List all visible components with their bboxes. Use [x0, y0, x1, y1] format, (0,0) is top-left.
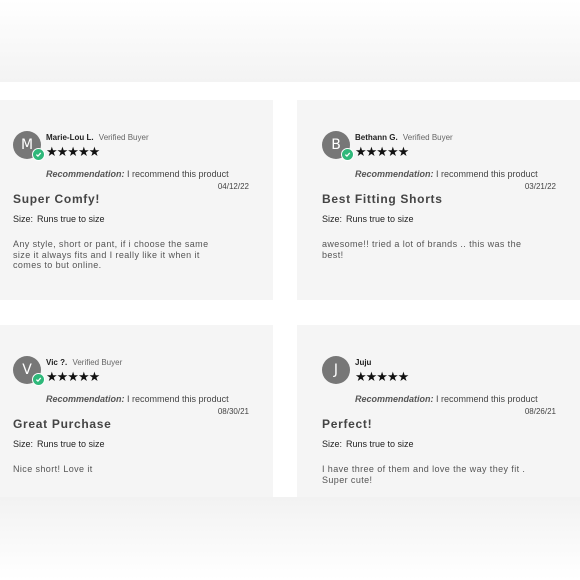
verified-buyer-label: Verified Buyer — [72, 358, 123, 367]
review-date: 08/30/21 — [217, 407, 249, 416]
verified-check-icon — [32, 373, 45, 386]
recommendation-text: I recommend this product — [127, 394, 229, 404]
reviewer-line: Marie-Lou L. Verified Buyer — [46, 133, 149, 142]
star-rating: ★★★★★ — [46, 370, 100, 385]
recommendation-label: Recommendation: — [355, 394, 434, 404]
star-icons: ★★★★★ — [46, 370, 100, 385]
review-date: 03/21/22 — [524, 182, 556, 191]
recommendation-text: I recommend this product — [127, 169, 229, 179]
size-attribute: Size: Runs true to size — [322, 214, 414, 224]
review-card: M Marie-Lou L. Verified Buyer ★★★★★ Reco… — [0, 100, 273, 300]
review-title: Best Fitting Shorts — [322, 192, 443, 206]
review-title: Super Comfy! — [13, 192, 101, 206]
recommendation: Recommendation: I recommend this product — [46, 169, 229, 179]
review-body: I have three of them and love the way th… — [322, 464, 526, 485]
reviewer-name: Juju — [355, 358, 372, 367]
star-rating: ★★★★★ — [355, 370, 409, 385]
size-value: Runs true to size — [37, 214, 105, 224]
recommendation-label: Recommendation: — [46, 394, 125, 404]
avatar-initial: J — [333, 362, 339, 378]
recommendation: Recommendation: I recommend this product — [355, 394, 538, 404]
star-rating: ★★★★★ — [355, 145, 409, 160]
avatar-initial: V — [22, 362, 32, 378]
recommendation-text: I recommend this product — [436, 169, 538, 179]
size-value: Runs true to size — [346, 214, 414, 224]
review-date: 04/12/22 — [217, 182, 249, 191]
verified-buyer-label: Verified Buyer — [402, 133, 453, 142]
reviewer-line: Vic ?. Verified Buyer — [46, 358, 122, 367]
recommendation: Recommendation: I recommend this product — [46, 394, 229, 404]
reviewer-name: Vic ?. — [46, 358, 68, 367]
review-title: Perfect! — [322, 417, 373, 431]
reviewer-line: Juju — [355, 358, 371, 367]
review-card: V Vic ?. Verified Buyer ★★★★★ Recommenda… — [0, 325, 273, 497]
star-rating: ★★★★★ — [46, 145, 100, 160]
size-label: Size: — [322, 439, 343, 449]
verified-check-icon — [32, 148, 45, 161]
size-label: Size: — [13, 439, 34, 449]
star-icons: ★★★★★ — [355, 145, 409, 160]
size-value: Runs true to size — [37, 439, 105, 449]
review-card: J Juju ★★★★★ Recommendation: I recommend… — [297, 325, 580, 497]
size-attribute: Size: Runs true to size — [13, 214, 105, 224]
avatar-initial: M — [20, 137, 34, 153]
review-body: Nice short! Love it — [13, 464, 93, 474]
avatar: J — [322, 356, 350, 384]
verified-buyer-label: Verified Buyer — [98, 133, 149, 142]
top-shadow — [0, 0, 580, 82]
verified-check-icon — [341, 148, 354, 161]
size-value: Runs true to size — [346, 439, 414, 449]
review-title: Great Purchase — [13, 417, 112, 431]
avatar-initial: B — [331, 137, 341, 153]
size-label: Size: — [13, 214, 34, 224]
review-body: Any style, short or pant, if i choose th… — [13, 239, 209, 270]
star-icons: ★★★★★ — [355, 370, 409, 385]
size-label: Size: — [322, 214, 343, 224]
size-attribute: Size: Runs true to size — [13, 439, 105, 449]
review-card: B Bethann G. Verified Buyer ★★★★★ Recomm… — [297, 100, 580, 300]
recommendation-label: Recommendation: — [46, 169, 125, 179]
review-body: awesome!! tried a lot of brands .. this … — [322, 239, 522, 260]
review-date: 08/26/21 — [524, 407, 556, 416]
reviewer-name: Bethann G. — [355, 133, 398, 142]
bottom-shadow — [0, 497, 580, 580]
size-attribute: Size: Runs true to size — [322, 439, 414, 449]
recommendation: Recommendation: I recommend this product — [355, 169, 538, 179]
reviewer-line: Bethann G. Verified Buyer — [355, 133, 453, 142]
reviewer-name: Marie-Lou L. — [46, 133, 94, 142]
recommendation-label: Recommendation: — [355, 169, 434, 179]
recommendation-text: I recommend this product — [436, 394, 538, 404]
star-icons: ★★★★★ — [46, 145, 100, 160]
